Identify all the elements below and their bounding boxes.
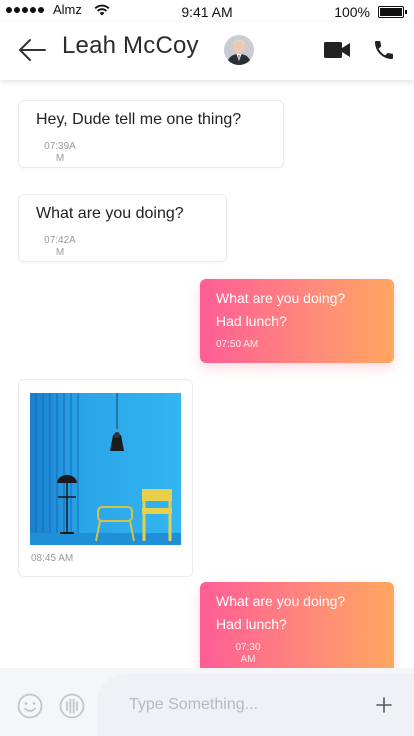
plus-icon[interactable] bbox=[375, 696, 393, 714]
avatar[interactable] bbox=[224, 35, 254, 65]
chat-header: Leah McCoy bbox=[0, 22, 414, 80]
shared-photo[interactable] bbox=[30, 393, 181, 545]
outgoing-message[interactable]: What are you doing? Had lunch? 07:30 AM bbox=[200, 582, 394, 668]
message-text: What are you doing? Had lunch? bbox=[216, 290, 346, 329]
message-time: 07:39A M bbox=[44, 141, 76, 164]
back-arrow-icon[interactable] bbox=[16, 36, 48, 64]
message-text: Hey, Dude tell me one thing? bbox=[36, 111, 242, 128]
incoming-image-message[interactable]: 08:45 AM bbox=[18, 379, 193, 577]
message-text: What are you doing? Had lunch? bbox=[216, 593, 346, 632]
battery-percentage: 100% bbox=[334, 4, 370, 20]
message-composer bbox=[0, 668, 414, 736]
message-text: What are you doing? bbox=[36, 205, 184, 222]
status-bar: Almz 9:41 AM 100% bbox=[0, 0, 414, 22]
message-time: 07:50 AM bbox=[216, 339, 259, 350]
message-time: 08:45 AM bbox=[31, 553, 74, 564]
voice-waveform-icon[interactable] bbox=[59, 693, 85, 719]
battery-icon bbox=[378, 6, 407, 18]
video-camera-icon[interactable] bbox=[323, 39, 351, 61]
phone-icon[interactable] bbox=[372, 38, 396, 62]
message-time: 07:30 AM bbox=[235, 642, 261, 665]
incoming-message[interactable]: Hey, Dude tell me one thing? 07:39A M bbox=[18, 100, 284, 168]
emoji-icon[interactable] bbox=[17, 693, 43, 719]
contact-name[interactable]: Leah McCoy bbox=[62, 32, 199, 60]
message-time: 07:42A M bbox=[44, 235, 76, 258]
incoming-message[interactable]: What are you doing? 07:42A M bbox=[18, 194, 227, 262]
message-input-container bbox=[97, 674, 414, 736]
message-input[interactable] bbox=[127, 692, 361, 718]
message-list[interactable]: Hey, Dude tell me one thing? 07:39A M Wha… bbox=[0, 80, 414, 668]
outgoing-message[interactable]: What are you doing? Had lunch? 07:50 AM bbox=[200, 279, 394, 363]
